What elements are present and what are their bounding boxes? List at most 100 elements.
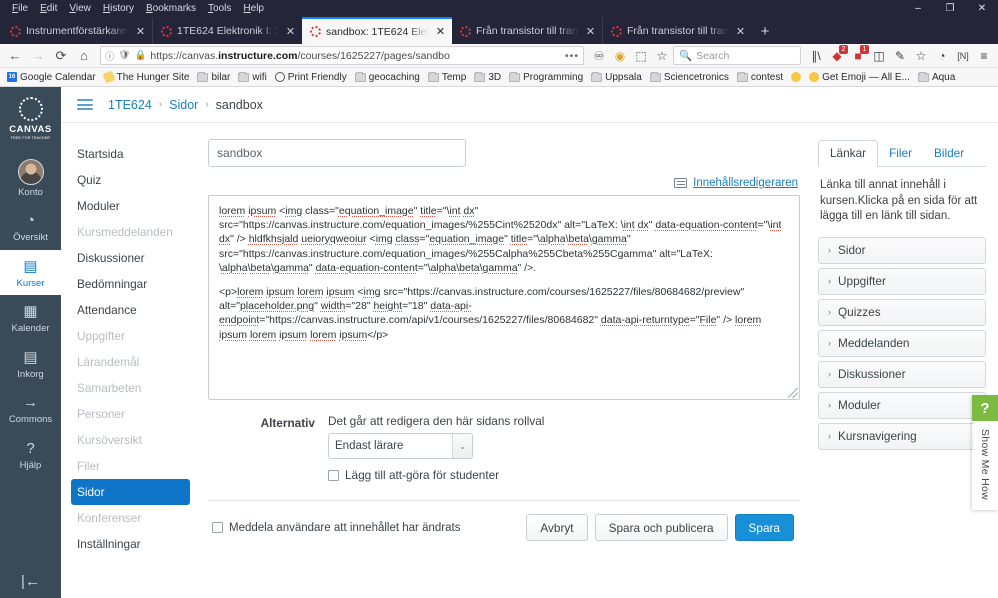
- new-tab-button[interactable]: +: [752, 18, 778, 44]
- global-nav-kalender[interactable]: ▦ Kalender: [0, 295, 61, 340]
- textarea-resize-handle[interactable]: [788, 388, 798, 398]
- maximize-button[interactable]: ❐: [934, 0, 966, 17]
- page-title-input[interactable]: [208, 139, 466, 167]
- browser-tab-3[interactable]: Från transistor till transistorförs ✕: [452, 18, 602, 44]
- extension-honey-icon[interactable]: ◉: [610, 46, 630, 66]
- bookmark-item[interactable]: Uppsala: [588, 71, 645, 84]
- accordion-sidor[interactable]: › Sidor: [818, 236, 986, 264]
- sidebar-tab-filer[interactable]: Filer: [878, 141, 923, 166]
- global-nav-inkorg[interactable]: ▤ Inkorg: [0, 341, 61, 386]
- menu-help[interactable]: Help: [237, 0, 270, 17]
- accordion-quizzes[interactable]: › Quizzes: [818, 298, 986, 326]
- canvas-logo[interactable]: CANVAS FREE FOR TEACHER: [9, 97, 53, 140]
- accordion-moduler[interactable]: › Moduler: [818, 391, 986, 419]
- global-nav-commons[interactable]: → Commons: [0, 386, 61, 431]
- tab-close-icon[interactable]: ✕: [434, 25, 447, 38]
- course-nav-item-moduler[interactable]: Moduler: [61, 193, 194, 219]
- favorite-star-icon[interactable]: ☆: [911, 46, 931, 66]
- course-nav-item-kursmeddelanden[interactable]: Kursmeddelanden: [61, 219, 194, 245]
- bookmark-item[interactable]: The Hunger Site: [101, 70, 193, 84]
- course-nav-item-inställningar[interactable]: Inställningar: [61, 531, 194, 557]
- menu-file[interactable]: File: [6, 0, 34, 17]
- screenshot-icon[interactable]: ✎: [890, 46, 910, 66]
- notify-row[interactable]: Meddela användare att innehållet har änd…: [212, 522, 460, 534]
- lastpass-icon[interactable]: ◆ 2: [827, 44, 848, 66]
- accordion-uppgifter[interactable]: › Uppgifter: [818, 267, 986, 295]
- bookmark-item[interactable]: Programming: [506, 71, 586, 84]
- menu-history[interactable]: History: [97, 0, 140, 17]
- bookmark-item[interactable]: Sciencetronics: [647, 71, 732, 84]
- accordion-kursnavigering[interactable]: › Kursnavigering: [818, 422, 986, 450]
- browser-tab-1[interactable]: 1TE624 Elektronik I: Sidor ✕: [152, 18, 302, 44]
- bookmark-item[interactable]: Aqua: [915, 71, 958, 84]
- pocket-icon[interactable]: ■ 1: [848, 44, 869, 66]
- global-nav-översikt[interactable]: ◔ Översikt: [0, 204, 61, 249]
- add-todo-checkbox[interactable]: [328, 469, 339, 481]
- tab-close-icon[interactable]: ✕: [584, 25, 597, 38]
- address-overflow-icon[interactable]: •••: [565, 50, 579, 62]
- save-and-publish-button[interactable]: Spara och publicera: [594, 514, 728, 541]
- menu-tools[interactable]: Tools: [202, 0, 237, 17]
- menu-toggle-icon[interactable]: [77, 99, 93, 110]
- tab-close-icon[interactable]: ✕: [284, 25, 297, 38]
- course-nav-item-sidor[interactable]: Sidor: [71, 479, 190, 505]
- tab-close-icon[interactable]: ✕: [134, 25, 147, 38]
- extension-2fa-icon[interactable]: ⬚: [631, 46, 651, 66]
- search-input[interactable]: 🔍 Search: [673, 46, 801, 65]
- accordion-meddelanden[interactable]: › Meddelanden: [818, 329, 986, 357]
- course-nav-item-diskussioner[interactable]: Diskussioner: [61, 245, 194, 271]
- forward-button[interactable]: →: [27, 46, 49, 66]
- html-source-editor[interactable]: lorem ipsum <img class="equation_image" …: [208, 195, 800, 400]
- sidebar-tab-länkar[interactable]: Länkar: [818, 140, 879, 167]
- breadcrumb-course[interactable]: 1TE624: [108, 98, 152, 112]
- course-nav-item-konferenser[interactable]: Konferenser: [61, 505, 194, 531]
- bookmark-item[interactable]: [788, 71, 804, 83]
- show-me-how-label[interactable]: Show Me How: [974, 421, 996, 510]
- course-nav-item-lärandemål[interactable]: Lärandemål: [61, 349, 194, 375]
- browser-tab-4[interactable]: Från transistor till transistorförs ✕: [602, 18, 752, 44]
- cancel-button[interactable]: Avbryt: [526, 514, 588, 541]
- course-nav-item-personer[interactable]: Personer: [61, 401, 194, 427]
- course-nav-item-quiz[interactable]: Quiz: [61, 167, 194, 193]
- reader-view-icon[interactable]: ♾: [589, 46, 609, 66]
- menu-view[interactable]: View: [63, 0, 97, 17]
- global-nav-hjälp[interactable]: ? Hjälp: [0, 432, 61, 477]
- sidebar-icon[interactable]: ◫: [869, 46, 889, 66]
- show-me-how-widget[interactable]: ? Show Me How: [972, 395, 998, 510]
- bookmark-star-icon[interactable]: ☆: [652, 46, 672, 66]
- course-nav-item-filer[interactable]: Filer: [61, 453, 194, 479]
- bookmark-item[interactable]: Temp: [425, 71, 469, 84]
- course-nav-item-kursöversikt[interactable]: Kursöversikt: [61, 427, 194, 453]
- bookmark-item[interactable]: contest: [734, 71, 786, 84]
- menu-edit[interactable]: Edit: [34, 0, 63, 17]
- bookmark-item[interactable]: Get Emoji — All E...: [806, 71, 913, 84]
- home-button[interactable]: ⌂: [73, 46, 95, 66]
- add-todo-row[interactable]: Lägg till att-göra för studenter: [328, 468, 544, 482]
- browser-tab-0[interactable]: Instrumentförstärkaren - steg fö ✕: [2, 18, 152, 44]
- help-question-icon[interactable]: ?: [972, 395, 998, 421]
- collapse-nav-button[interactable]: |←: [0, 573, 61, 590]
- menu-bookmarks[interactable]: Bookmarks: [140, 0, 202, 17]
- course-nav-item-samarbeten[interactable]: Samarbeten: [61, 375, 194, 401]
- bookmark-item[interactable]: bilar: [194, 71, 233, 84]
- global-nav-kurser[interactable]: ▤ Kurser: [0, 249, 61, 296]
- course-nav-item-bedömningar[interactable]: Bedömningar: [61, 271, 194, 297]
- course-nav-item-attendance[interactable]: Attendance: [61, 297, 194, 323]
- bookmark-item[interactable]: 16 Google Calendar: [4, 71, 99, 84]
- bookmark-item[interactable]: Print Friendly: [272, 71, 350, 84]
- course-nav-item-uppgifter[interactable]: Uppgifter: [61, 323, 194, 349]
- back-button[interactable]: ←: [4, 46, 26, 66]
- accordion-diskussioner[interactable]: › Diskussioner: [818, 360, 986, 388]
- edit-role-select[interactable]: Endast lärare ⌄: [328, 433, 473, 459]
- breadcrumb-section[interactable]: Sidor: [169, 98, 198, 112]
- save-button[interactable]: Spara: [734, 514, 794, 541]
- bookmark-item[interactable]: wifi: [235, 71, 269, 84]
- shield-icon[interactable]: 🛡: [119, 50, 131, 61]
- evernote-icon[interactable]: [N]: [953, 46, 973, 66]
- page-info-icon[interactable]: ⓘ: [105, 49, 115, 63]
- browser-tab-2[interactable]: sandbox: 1TE624 Elektronik I ✕: [302, 17, 452, 44]
- address-bar[interactable]: ⓘ 🛡 🔒 https://canvas.instructure.com/cou…: [100, 46, 584, 65]
- minimize-button[interactable]: –: [902, 0, 934, 17]
- switch-to-rce-link[interactable]: Innehållsredigeraren: [674, 177, 798, 189]
- sidebar-tab-bilder[interactable]: Bilder: [923, 141, 975, 166]
